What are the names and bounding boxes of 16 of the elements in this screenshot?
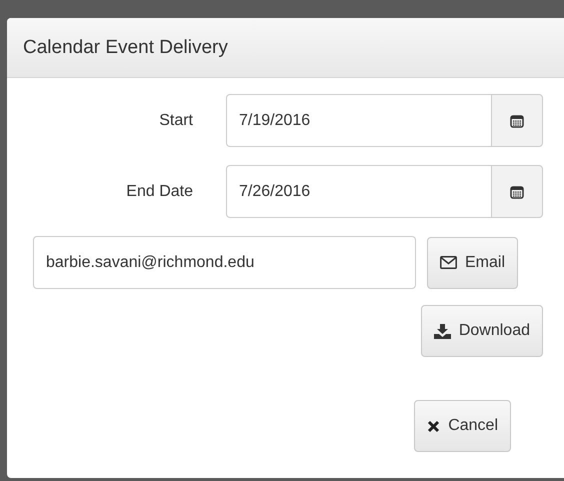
calendar-button[interactable] (491, 165, 543, 218)
calendar-icon (510, 114, 524, 128)
download-icon (434, 324, 451, 338)
calendar-icon (510, 184, 524, 198)
download-button[interactable]: Download (420, 305, 543, 357)
envelope-icon (440, 256, 457, 269)
field-label: Start (158, 112, 194, 130)
dialog-title: Calendar Event Delivery (23, 36, 228, 58)
close-icon (427, 420, 440, 432)
date-field[interactable]: 7/26/2016 (226, 165, 491, 218)
calendar-button[interactable] (491, 94, 543, 147)
field-label: End Date (125, 182, 194, 200)
date-field[interactable]: 7/19/2016 (226, 94, 491, 147)
email-field[interactable]: barbie.savani@richmond.edu (33, 236, 416, 289)
email-button[interactable]: Email (427, 236, 518, 288)
cancel-button[interactable]: Cancel (414, 400, 511, 452)
